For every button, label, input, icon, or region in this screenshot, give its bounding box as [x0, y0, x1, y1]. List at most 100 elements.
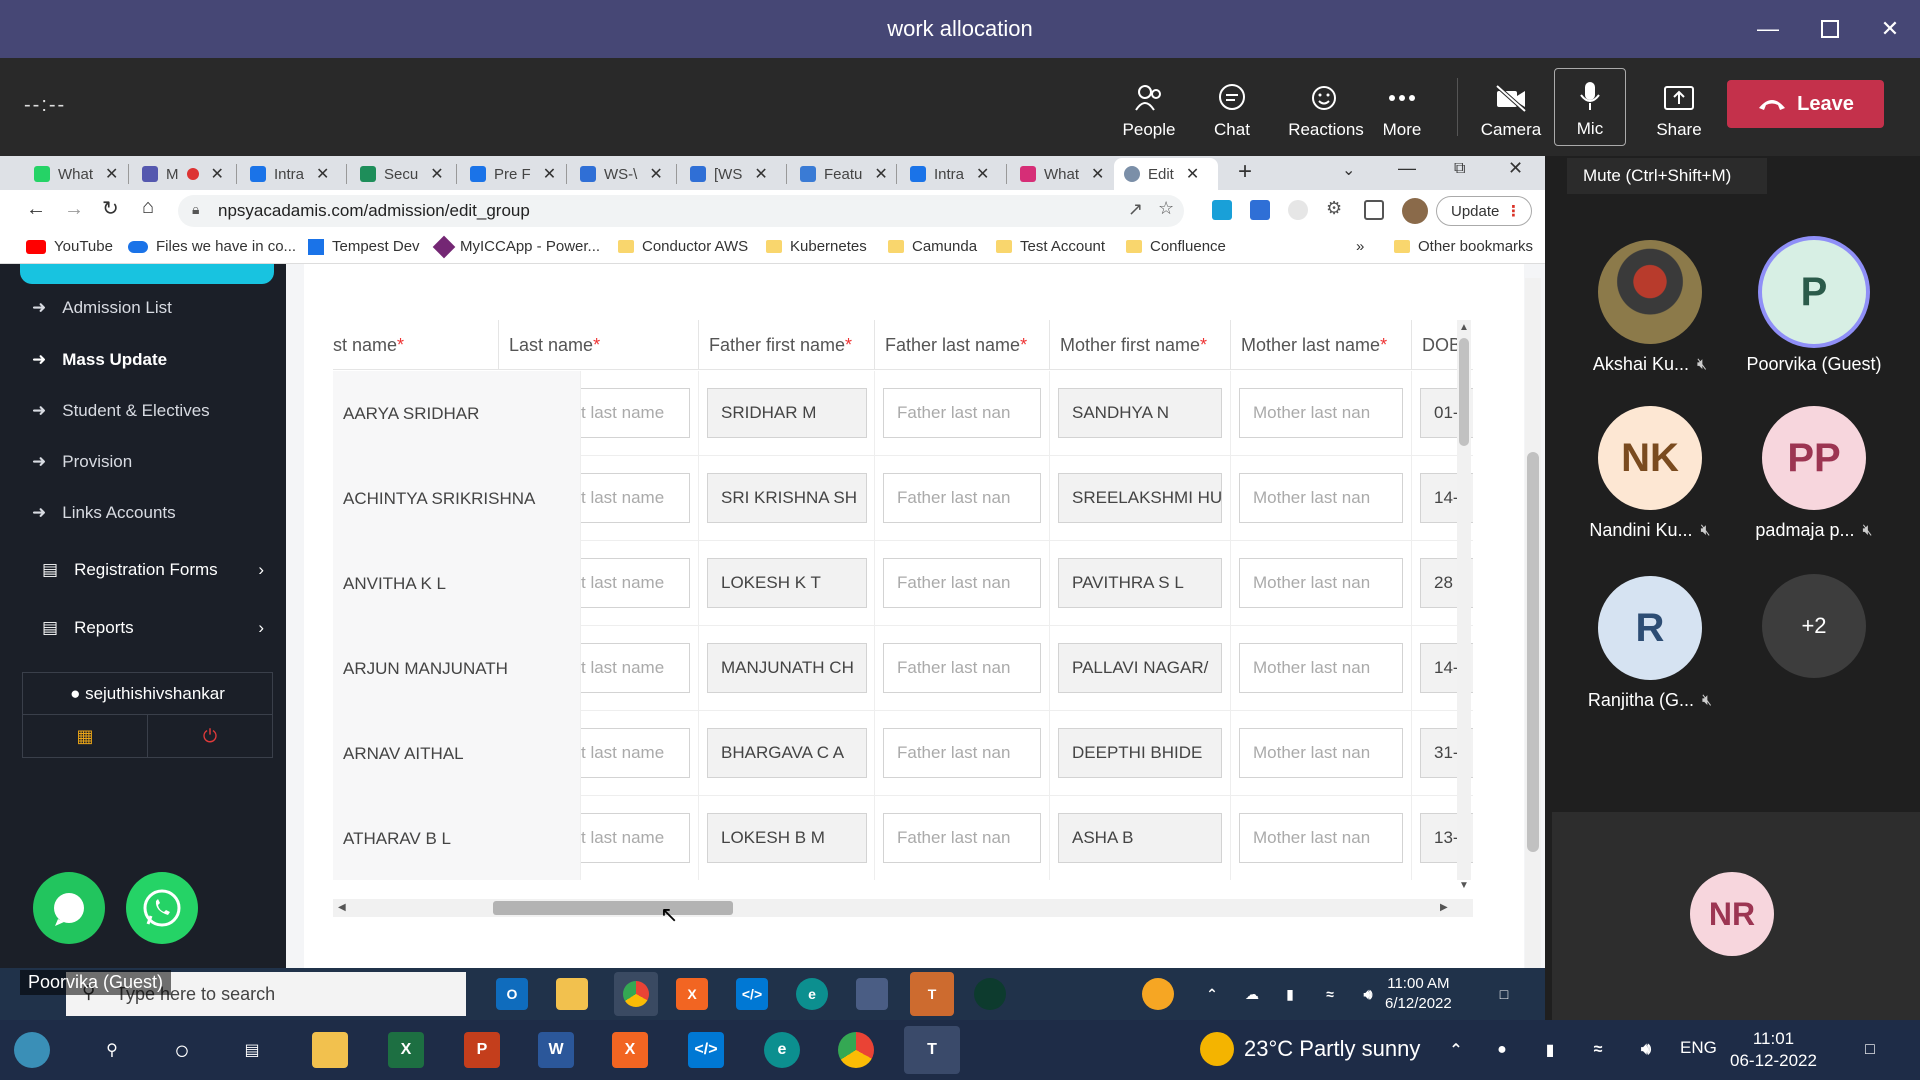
weather-widget[interactable]: 23°C Partly sunny: [1200, 1032, 1420, 1066]
battery-icon[interactable]: ▮: [1532, 1032, 1568, 1068]
chevron-up-icon[interactable]: ⌃: [1196, 978, 1228, 1010]
last-name-input[interactable]: t last name: [581, 473, 690, 523]
edge-icon[interactable]: e: [796, 978, 828, 1010]
close-tab-icon[interactable]: ✕: [316, 164, 329, 184]
browser-tab[interactable]: WS-\ ✕: [570, 158, 663, 190]
bookmark-test-account[interactable]: Test Account: [996, 238, 1105, 255]
language-indicator[interactable]: ENG: [1680, 1038, 1717, 1058]
participant-tile[interactable]: PP padmaja p... 🔇︎: [1732, 406, 1896, 566]
mother-last-name-input[interactable]: Mother last nan: [1239, 558, 1403, 608]
father-last-name-input[interactable]: Father last nan: [883, 728, 1041, 778]
browser-tab[interactable]: Intra ✕: [240, 158, 329, 190]
browser-restore-icon[interactable]: ⧉: [1454, 160, 1465, 178]
close-tab-icon[interactable]: ✕: [649, 164, 662, 184]
teams-icon[interactable]: T: [904, 1026, 960, 1074]
father-first-name-input[interactable]: BHARGAVA C A: [707, 728, 867, 778]
close-icon[interactable]: ✕: [1860, 0, 1920, 58]
browser-tab[interactable]: Secu ✕: [350, 158, 444, 190]
chrome-icon[interactable]: [838, 1032, 874, 1068]
browser-tab[interactable]: Pre F ✕: [460, 158, 556, 190]
edge-icon[interactable]: e: [764, 1032, 800, 1068]
camera-button[interactable]: Camera: [1470, 68, 1552, 146]
mic-button[interactable]: Mic: [1554, 68, 1626, 146]
mother-first-name-input[interactable]: SANDHYA N: [1058, 388, 1222, 438]
browser-tab[interactable]: [WS ✕: [680, 158, 768, 190]
battery-icon[interactable]: ▮: [1274, 978, 1306, 1010]
extension-icon[interactable]: [1212, 200, 1232, 220]
sidebar-item-mass-update[interactable]: ➜ Mass Update: [32, 350, 167, 370]
app-icon[interactable]: [856, 978, 888, 1010]
bookmark-other[interactable]: Other bookmarks: [1394, 238, 1533, 255]
maximize-icon[interactable]: [1800, 0, 1860, 58]
father-last-name-input[interactable]: Father last nan: [883, 388, 1041, 438]
scroll-down-icon[interactable]: ▼: [1459, 880, 1469, 891]
browser-close-icon[interactable]: ✕: [1508, 158, 1523, 179]
weather-icon[interactable]: [1142, 978, 1174, 1010]
people-button[interactable]: People: [1108, 68, 1190, 146]
mother-last-name-input[interactable]: Mother last nan: [1239, 388, 1403, 438]
system-clock[interactable]: 11:01 06-12-2022: [1730, 1028, 1817, 1072]
close-tab-icon[interactable]: ✕: [976, 164, 989, 184]
profile-avatar[interactable]: [1402, 198, 1428, 224]
last-name-input[interactable]: t last name: [581, 728, 690, 778]
volume-icon[interactable]: 🔊︎: [1628, 1032, 1664, 1068]
minimize-icon[interactable]: —: [1738, 0, 1798, 58]
father-first-name-input[interactable]: SRIDHAR M: [707, 388, 867, 438]
cortana-icon[interactable]: ○: [164, 1032, 200, 1068]
close-tab-icon[interactable]: ✕: [105, 164, 118, 184]
scroll-left-icon[interactable]: ◀: [338, 902, 346, 913]
last-name-input[interactable]: t last name: [581, 643, 690, 693]
user-name-row[interactable]: ● sejuthishivshankar: [23, 673, 272, 715]
page-vertical-scroll-thumb[interactable]: [1527, 452, 1539, 852]
grid-vertical-scroll-thumb[interactable]: [1459, 338, 1469, 446]
new-tab-icon[interactable]: +: [1238, 158, 1252, 186]
bookmark-star-icon[interactable]: ☆: [1158, 198, 1174, 219]
mother-first-name-input[interactable]: PAVITHRA S L: [1058, 558, 1222, 608]
bookmark-confluence[interactable]: Confluence: [1126, 238, 1226, 255]
last-name-input[interactable]: t last name: [581, 388, 690, 438]
reload-icon[interactable]: ↻: [102, 196, 119, 221]
word-icon[interactable]: W: [538, 1032, 574, 1068]
wifi-icon[interactable]: ≈: [1580, 1032, 1616, 1068]
vscode-icon[interactable]: </>: [688, 1032, 724, 1068]
chevron-up-icon[interactable]: ⌃: [1438, 1032, 1474, 1068]
last-name-input[interactable]: t last name: [581, 558, 690, 608]
first-name-cell[interactable]: ANVITHA K L: [333, 541, 581, 626]
father-last-name-input[interactable]: Father last nan: [883, 813, 1041, 863]
whatsapp-button[interactable]: [126, 872, 198, 944]
participant-tile[interactable]: R Ranjitha (G... 🔇︎: [1568, 576, 1732, 736]
mother-first-name-input[interactable]: ASHA B: [1058, 813, 1222, 863]
file-explorer-icon[interactable]: [556, 978, 588, 1010]
first-name-cell[interactable]: ACHINTYA SRIKRISHNA: [333, 456, 581, 541]
update-button[interactable]: Update ⋮: [1436, 196, 1532, 226]
teams-icon[interactable]: T: [910, 972, 954, 1016]
bookmarks-overflow[interactable]: »: [1356, 238, 1364, 255]
browser-tab[interactable]: What ✕: [24, 158, 118, 190]
volume-icon[interactable]: 🔊︎: [1352, 978, 1384, 1010]
first-name-cell[interactable]: ARNAV AITHAL: [333, 711, 581, 796]
bookmark-youtube[interactable]: YouTube: [26, 238, 113, 255]
mother-last-name-input[interactable]: Mother last nan: [1239, 473, 1403, 523]
close-tab-icon[interactable]: ✕: [874, 164, 887, 184]
more-participants-tile[interactable]: +2: [1732, 574, 1896, 734]
chat-button[interactable]: Chat: [1191, 68, 1273, 146]
bookmark-files[interactable]: Files we have in co...: [128, 238, 296, 255]
power-icon[interactable]: ⏻: [147, 715, 272, 758]
close-tab-icon[interactable]: ✕: [1186, 164, 1199, 184]
chat-bubble-button[interactable]: [33, 872, 105, 944]
url-field[interactable]: 🔒︎ npsyacadamis.com/admission/edit_group…: [178, 195, 1184, 227]
grid-horizontal-scroll-thumb[interactable]: [493, 901, 733, 915]
bookmark-tempest[interactable]: Tempest Dev: [308, 238, 420, 255]
mother-last-name-input[interactable]: Mother last nan: [1239, 813, 1403, 863]
sidebar-item-provision[interactable]: ➜ Provision: [32, 452, 132, 472]
more-button[interactable]: More: [1361, 68, 1443, 146]
close-tab-icon[interactable]: ✕: [430, 164, 443, 184]
onedrive-icon[interactable]: ☁: [1236, 978, 1268, 1010]
father-first-name-input[interactable]: SRI KRISHNA SH: [707, 473, 867, 523]
mother-last-name-input[interactable]: Mother last nan: [1239, 728, 1403, 778]
forward-icon[interactable]: →: [64, 198, 84, 221]
first-name-cell[interactable]: ATHARAV B L: [333, 796, 581, 880]
sidebar-item-links-accounts[interactable]: ➜ Links Accounts: [32, 503, 176, 523]
vscode-icon[interactable]: </>: [736, 978, 768, 1010]
calendar-icon[interactable]: ▦: [23, 715, 147, 758]
